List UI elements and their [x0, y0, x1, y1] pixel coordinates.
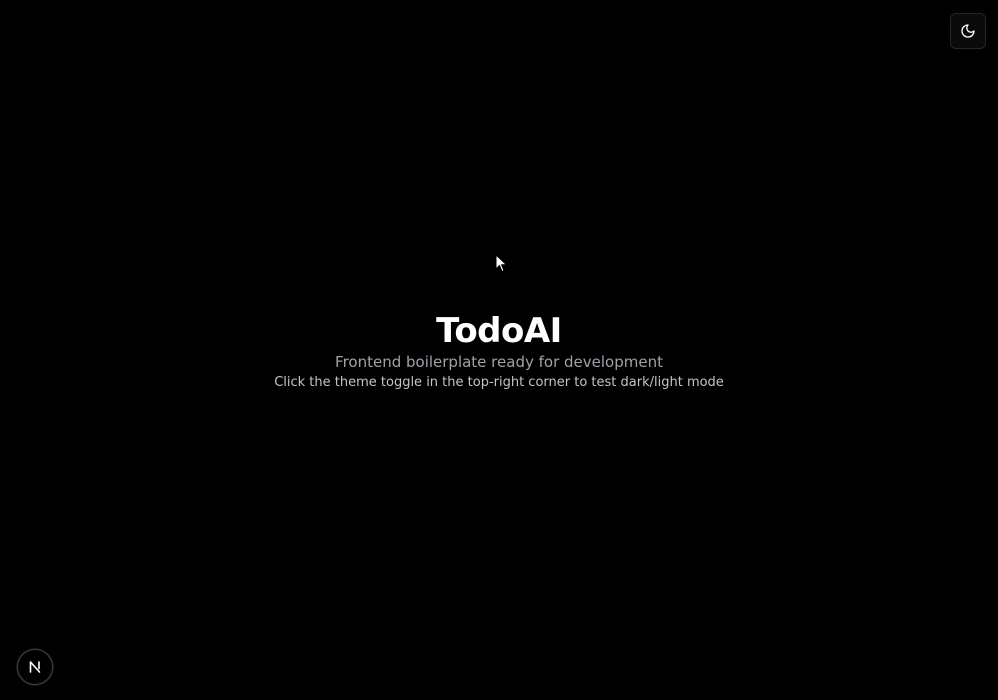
- moon-icon: [960, 23, 976, 39]
- theme-toggle-button[interactable]: [950, 13, 986, 49]
- nextjs-dev-badge[interactable]: [17, 649, 53, 685]
- page-subtitle: Frontend boilerplate ready for developme…: [335, 353, 663, 371]
- page: TodoAI Frontend boilerplate ready for de…: [0, 0, 998, 700]
- page-title: TodoAI: [436, 311, 562, 351]
- theme-hint-text: Click the theme toggle in the top-right …: [274, 375, 724, 390]
- mouse-cursor-icon: [495, 253, 509, 274]
- hero-section: TodoAI Frontend boilerplate ready for de…: [0, 310, 998, 392]
- nextjs-icon: [27, 659, 43, 675]
